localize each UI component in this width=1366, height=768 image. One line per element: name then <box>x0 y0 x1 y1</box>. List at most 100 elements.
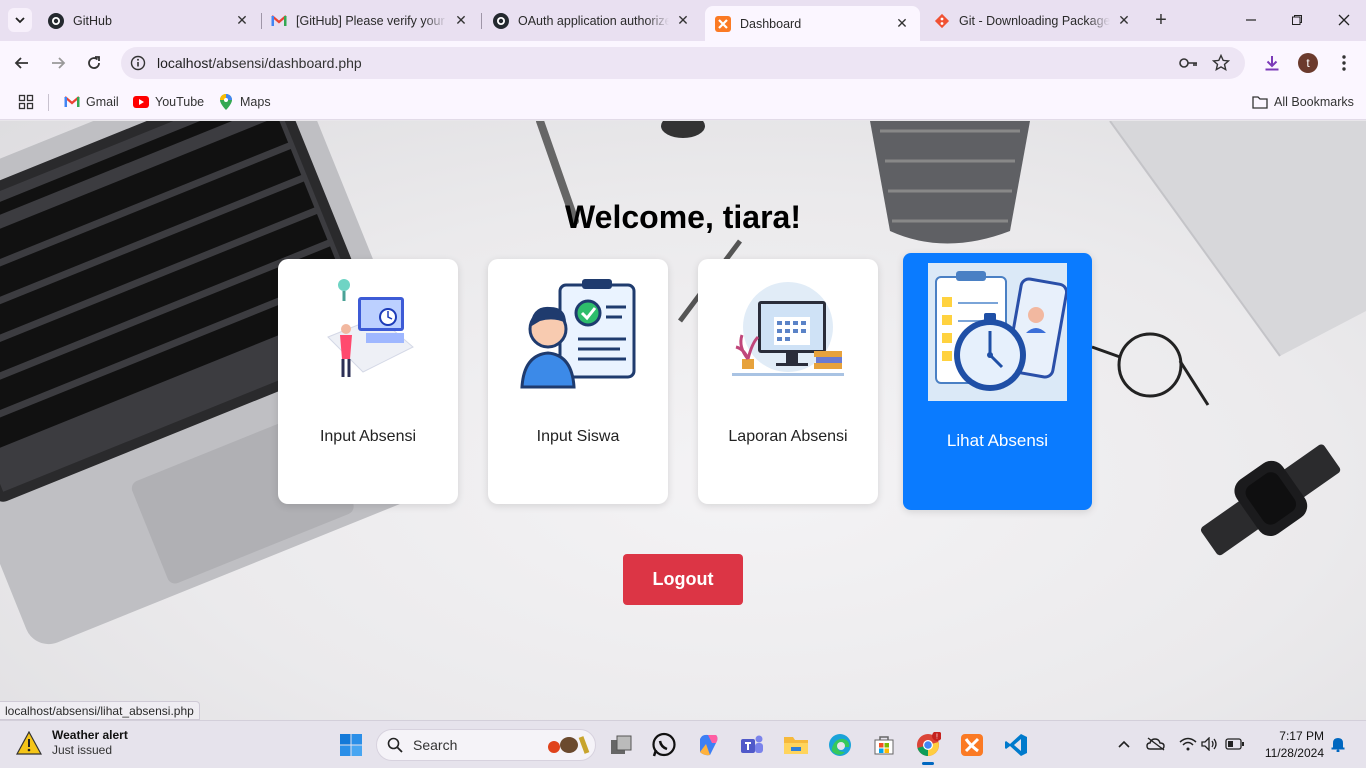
folder-icon <box>784 737 808 754</box>
url-text[interactable]: localhost/absensi/dashboard.php <box>157 55 362 71</box>
microsoft-store-app[interactable] <box>870 731 898 759</box>
card-input-absensi[interactable]: Input Absensi <box>278 259 458 504</box>
chevron-down-icon <box>15 17 25 24</box>
menu-button[interactable] <box>1332 51 1356 75</box>
card-input-siswa[interactable]: Input Siswa <box>488 259 668 504</box>
reload-button[interactable] <box>80 49 108 77</box>
close-icon <box>1338 14 1350 26</box>
xampp-icon <box>715 15 731 32</box>
bookmarks-bar: Gmail YouTube Maps All Bookmarks <box>0 85 1366 120</box>
new-tab-button[interactable]: + <box>1150 9 1172 31</box>
start-button[interactable] <box>337 731 365 759</box>
windows-icon <box>340 734 362 756</box>
show-hidden-icons-button[interactable] <box>1113 733 1135 755</box>
card-label: Input Siswa <box>536 428 620 445</box>
close-icon[interactable]: ✕ <box>1116 12 1132 29</box>
weather-subtitle: Just issued <box>52 743 113 757</box>
card-label: Laporan Absensi <box>728 428 848 445</box>
tab-divider <box>481 13 482 29</box>
bookmark-maps[interactable]: Maps <box>218 92 271 112</box>
arrow-right-icon <box>52 57 66 69</box>
whatsapp-icon <box>652 732 676 757</box>
system-clock[interactable]: 7:17 PM 11/28/2024 <box>1256 728 1324 762</box>
back-button[interactable] <box>8 49 36 77</box>
tab-gmail[interactable]: [GitHub] Please verify your d ✕ <box>261 6 479 35</box>
laporan-absensi-illustration <box>732 282 844 376</box>
input-siswa-illustration <box>520 279 636 389</box>
gmail-icon <box>271 13 287 29</box>
tab-oauth[interactable]: OAuth application authorize ✕ <box>483 6 701 35</box>
password-key-icon[interactable] <box>1179 53 1199 73</box>
wifi-tray[interactable] <box>1177 733 1199 755</box>
link-status-bar: localhost/absensi/lihat_absensi.php <box>0 701 200 720</box>
xampp-app[interactable] <box>958 731 986 759</box>
browser-toolbar: localhost/absensi/dashboard.php t <box>0 41 1366 85</box>
youtube-icon <box>133 94 149 110</box>
battery-tray[interactable] <box>1224 733 1246 755</box>
divider <box>48 94 49 111</box>
file-explorer-app[interactable] <box>782 731 810 759</box>
restore-button[interactable] <box>1285 8 1309 32</box>
bookmark-gmail[interactable]: Gmail <box>64 92 119 112</box>
teams-app[interactable] <box>738 731 766 759</box>
bookmark-youtube[interactable]: YouTube <box>133 92 204 112</box>
vscode-app[interactable] <box>1002 731 1030 759</box>
close-icon[interactable]: ✕ <box>675 12 691 29</box>
card-lihat-absensi[interactable]: Lihat Absensi <box>903 253 1092 510</box>
tab-git[interactable]: Git - Downloading Package ✕ <box>924 6 1142 35</box>
copilot-icon <box>700 734 718 756</box>
chrome-app[interactable]: ! <box>914 731 942 765</box>
volume-tray[interactable] <box>1199 733 1221 755</box>
onedrive-tray[interactable] <box>1145 733 1167 755</box>
bookmark-star-icon[interactable] <box>1211 53 1231 73</box>
logout-button[interactable]: Logout <box>623 554 743 605</box>
github-icon <box>48 12 64 29</box>
close-window-button[interactable] <box>1332 8 1356 32</box>
store-icon <box>874 736 894 755</box>
close-icon[interactable]: ✕ <box>894 15 910 32</box>
apps-button[interactable] <box>18 92 34 112</box>
forward-button[interactable] <box>44 49 72 77</box>
all-bookmarks-label: All Bookmarks <box>1274 95 1354 109</box>
page-viewport: Welcome, tiara! Input Absensi Input Sisw… <box>0 121 1366 720</box>
all-bookmarks-button[interactable]: All Bookmarks <box>1252 92 1354 112</box>
downloads-button[interactable] <box>1260 51 1284 75</box>
address-bar[interactable]: localhost/absensi/dashboard.php <box>121 47 1245 79</box>
teams-icon <box>741 735 763 753</box>
tab-github[interactable]: GitHub ✕ <box>38 6 260 35</box>
avatar: t <box>1298 53 1318 73</box>
battery-icon <box>1225 738 1244 750</box>
taskbar-search[interactable]: Search <box>376 729 596 761</box>
bookmark-label: Maps <box>240 95 271 109</box>
bell-icon <box>1331 738 1345 752</box>
task-view-button[interactable] <box>607 731 635 759</box>
tab-search-button[interactable] <box>8 8 32 32</box>
tab-title: OAuth application authorize <box>518 13 669 28</box>
minimize-button[interactable] <box>1239 8 1263 32</box>
tab-title: Dashboard <box>740 16 802 31</box>
weather-title: Weather alert <box>52 728 128 742</box>
search-icon <box>387 737 403 753</box>
close-icon[interactable]: ✕ <box>453 12 469 29</box>
lihat-absensi-illustration <box>928 263 1067 401</box>
input-absensi-illustration <box>327 279 414 377</box>
tab-dashboard[interactable]: Dashboard ✕ <box>705 6 920 41</box>
tab-title: [GitHub] Please verify your d <box>296 13 447 28</box>
edge-app[interactable] <box>826 731 854 759</box>
warning-icon <box>16 731 42 755</box>
maps-icon <box>218 94 234 110</box>
weather-widget[interactable]: Weather alert Just issued <box>16 728 128 758</box>
tab-strip: GitHub ✕ [GitHub] Please verify your d ✕… <box>0 0 1366 41</box>
windows-taskbar: Weather alert Just issued Search ! 7:17 … <box>0 720 1366 768</box>
copilot-app[interactable] <box>694 731 722 759</box>
welcome-heading: Welcome, tiara! <box>565 199 801 235</box>
profile-button[interactable]: t <box>1296 51 1320 75</box>
notifications-button[interactable] <box>1327 733 1349 755</box>
site-info-icon[interactable] <box>129 54 147 72</box>
restore-icon <box>1292 15 1302 25</box>
close-icon[interactable]: ✕ <box>234 12 250 29</box>
tab-title: GitHub <box>73 13 112 28</box>
whatsapp-app[interactable] <box>650 731 678 759</box>
card-laporan-absensi[interactable]: Laporan Absensi <box>698 259 878 504</box>
github-icon <box>493 12 509 29</box>
